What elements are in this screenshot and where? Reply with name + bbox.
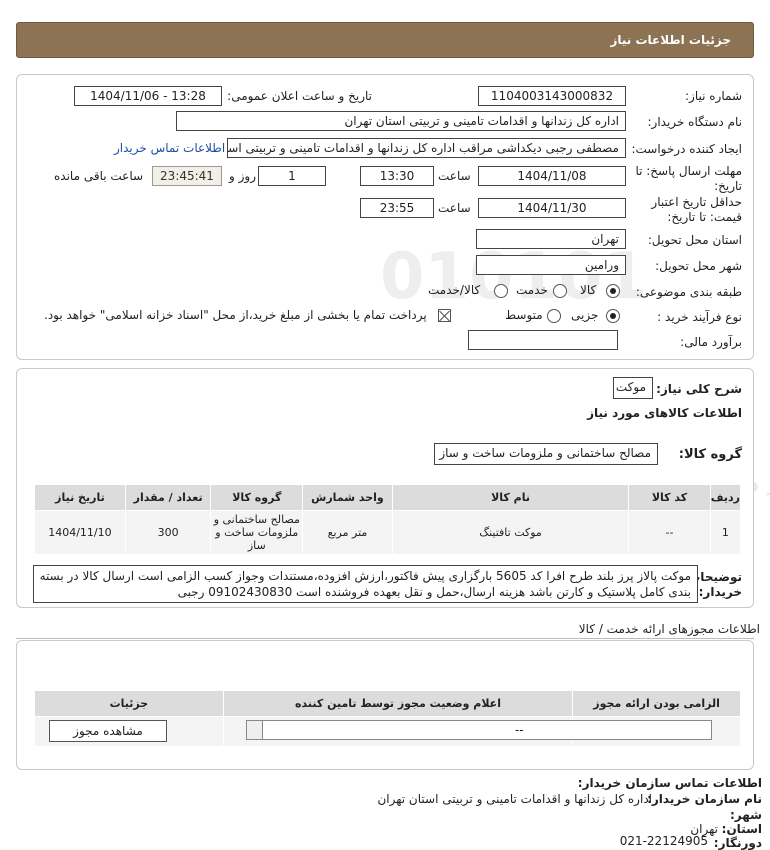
- purchase-medium-label: متوسط: [505, 308, 543, 322]
- permit-status-value: --: [515, 723, 524, 737]
- category-goods-service-radio[interactable]: [494, 284, 508, 298]
- need-number-label: شماره نیاز:: [685, 89, 742, 103]
- province-label: استان محل تحویل:: [647, 233, 742, 247]
- contact-title: اطلاعات تماس سازمان خریدار:: [577, 776, 762, 790]
- category-label: طبقه بندی موضوعی:: [635, 285, 742, 299]
- notes-line-1: موکت پالاز پرز بلند طرح افرا کد 5605 بار…: [39, 569, 691, 583]
- days-field: 1: [258, 166, 326, 186]
- category-service-radio[interactable]: [553, 284, 567, 298]
- announce-field: 1404/11/06 - 13:28: [74, 86, 222, 106]
- purchase-type-label: نوع فرآیند خرید :: [657, 310, 742, 324]
- permits-col-status: اعلام وضعیت مجوز توسط تامین کننده: [222, 690, 574, 717]
- creator-label: ایجاد کننده درخواست:: [631, 142, 742, 156]
- page-title: جزئیات اطلاعات نیاز: [610, 33, 731, 47]
- validity-time-field: 23:55: [360, 198, 434, 218]
- category-goods-radio[interactable]: [606, 284, 620, 298]
- reply-deadline-label: مهلت ارسال پاسخ: تا: [635, 164, 742, 178]
- col-name: نام کالا: [391, 484, 630, 511]
- contact-province-label: استان:: [721, 822, 762, 836]
- contact-org-value: اداره کل زندانها و اقدامات تامینی و تربی…: [377, 792, 652, 806]
- city-label: شهر محل تحویل:: [655, 259, 742, 273]
- purchase-minor-radio[interactable]: [606, 309, 620, 323]
- province-field: تهران: [476, 229, 626, 249]
- buyer-org-label: نام دستگاه خریدار:: [647, 115, 743, 129]
- group-label: گروه کالا:: [678, 447, 742, 462]
- cell-code: --: [628, 510, 711, 555]
- contact-org-label: نام سازمان خریدار:: [647, 792, 762, 806]
- goods-table-header: ردیف کد کالا نام کالا واحد شمارش گروه کا…: [34, 484, 742, 511]
- notes-label-2: خریدار:: [698, 585, 742, 599]
- cell-date: 1404/11/10: [34, 510, 126, 555]
- col-unit: واحد شمارش: [302, 484, 393, 511]
- col-qty: تعداد / مقدار: [124, 484, 212, 511]
- table-row: 1 -- موکت تافتینگ متر مربع مصالح ساختمان…: [34, 510, 742, 555]
- permits-col-details: جزئیات: [34, 690, 224, 717]
- cell-unit: متر مربع: [302, 510, 393, 555]
- cell-name: موکت تافتینگ: [391, 510, 630, 555]
- validity-label-2: قیمت: تا تاریخ:: [667, 210, 742, 224]
- cell-group: مصالح ساختمانی و ملزومات ساخت و ساز: [210, 510, 304, 555]
- reply-deadline-label-2: تاریخ:: [714, 179, 742, 193]
- category-goods-label: کالا: [580, 283, 597, 297]
- remaining-label: ساعت باقی مانده: [54, 169, 144, 183]
- purchase-minor-label: جزیی: [571, 308, 599, 322]
- permit-status-select[interactable]: --: [246, 720, 712, 740]
- reply-time-label: ساعت: [438, 169, 471, 183]
- contact-city-label: شهر:: [730, 808, 762, 822]
- summary-field: موکت: [613, 377, 653, 399]
- permits-section-title: اطلاعات مجوزهای ارائه خدمت / کالا: [578, 622, 760, 636]
- reply-date-field: 1404/11/08: [478, 166, 626, 186]
- goods-section-title: اطلاعات کالاهای مورد نیاز: [587, 406, 742, 420]
- estimate-field: [468, 330, 618, 350]
- permits-divider: [16, 638, 754, 639]
- chevron-down-icon: [247, 721, 263, 739]
- estimate-label: برآورد مالی:: [680, 335, 742, 349]
- creator-field: مصطفی رجبی دیکداشی مراقب اداره کل زندانه…: [227, 138, 626, 158]
- contact-phone-label: دورنگار:: [713, 836, 762, 850]
- header-bar: جزئیات اطلاعات نیاز: [16, 22, 754, 58]
- contact-phone-value: 021-22124905: [619, 834, 708, 848]
- treasury-payment-checkbox[interactable]: [438, 309, 451, 322]
- summary-label: شرح کلی نیاز:: [656, 382, 742, 396]
- col-date: تاریخ نیاز: [34, 484, 126, 511]
- cell-row: 1: [709, 510, 742, 555]
- permits-col-required: الزامی بودن ارائه مجوز: [572, 690, 741, 717]
- validity-date-field: 1404/11/30: [478, 198, 626, 218]
- city-field: ورامین: [476, 255, 626, 275]
- category-goods-service-label: کالا/خدمت: [428, 283, 481, 297]
- validity-label: حداقل تاریخ اعتبار: [651, 195, 742, 209]
- remaining-time-field: 23:45:41: [152, 166, 222, 186]
- col-group: گروه کالا: [210, 484, 304, 511]
- col-code: کد کالا: [628, 484, 711, 511]
- announce-label: تاریخ و ساعت اعلان عمومی:: [227, 89, 372, 103]
- purchase-medium-radio[interactable]: [547, 309, 561, 323]
- goods-table: ردیف کد کالا نام کالا واحد شمارش گروه کا…: [34, 484, 742, 555]
- buyer-org-field: اداره کل زندانها و اقدامات تامینی و تربی…: [176, 111, 626, 131]
- need-number-field: 1104003143000832: [478, 86, 626, 106]
- group-field: مصالح ساختمانی و ملزومات ساخت و ساز: [434, 443, 658, 465]
- reply-time-field: 13:30: [360, 166, 434, 186]
- validity-time-label: ساعت: [438, 201, 471, 215]
- treasury-payment-note: پرداخت تمام یا بخشی از مبلغ خرید،از محل …: [44, 308, 427, 322]
- category-service-label: خدمت: [516, 283, 548, 297]
- col-row: ردیف: [709, 484, 742, 511]
- buyer-contact-link[interactable]: اطلاعات تماس خریدار: [114, 141, 225, 155]
- cell-qty: 300: [124, 510, 212, 555]
- notes-line-2: بندی کامل پلاستیک و کارتن باشد هزینه ارس…: [177, 585, 691, 599]
- notes-box: موکت پالاز پرز بلند طرح افرا کد 5605 بار…: [33, 565, 698, 603]
- permits-table-header: الزامی بودن ارائه مجوز اعلام وضعیت مجوز …: [34, 690, 741, 717]
- view-permit-button[interactable]: مشاهده مجوز: [49, 720, 167, 742]
- days-label: روز و: [229, 169, 256, 183]
